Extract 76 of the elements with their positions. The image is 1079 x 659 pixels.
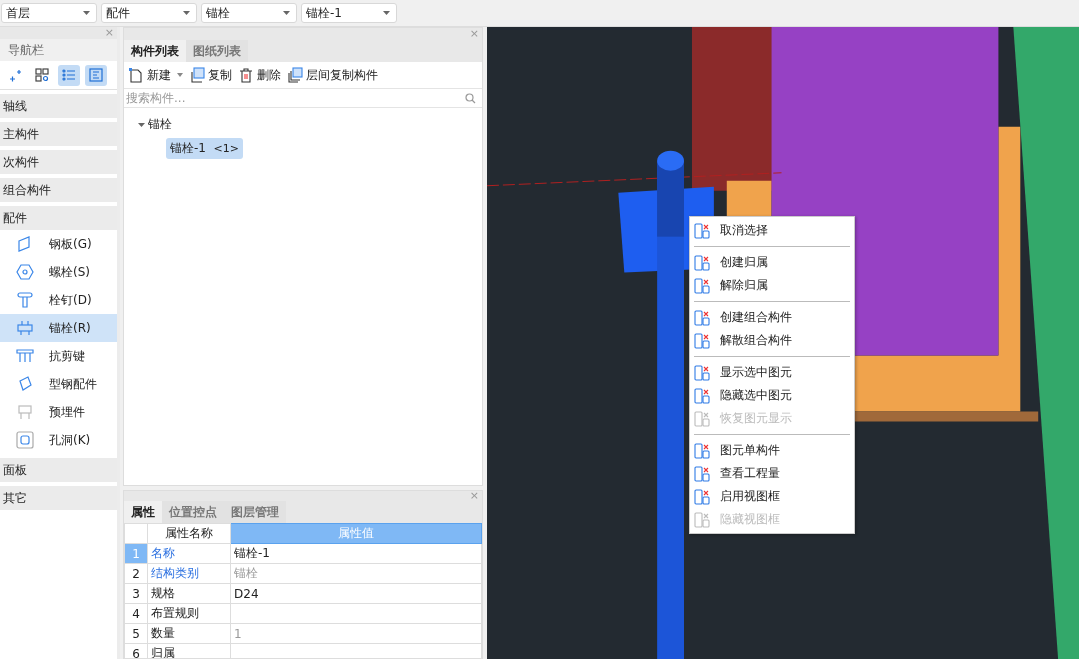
- row-number[interactable]: 2: [124, 563, 148, 584]
- nav-item[interactable]: 锚栓(R): [0, 314, 117, 342]
- nav-item[interactable]: 螺栓(S): [0, 258, 117, 286]
- tree-item[interactable]: 锚栓-1 <1>: [166, 138, 244, 159]
- table-cell[interactable]: 锚栓-1: [230, 543, 482, 564]
- table-cell: 布置规则: [147, 603, 231, 624]
- menu-item[interactable]: 解散组合构件: [690, 329, 854, 352]
- list-icon[interactable]: [58, 64, 80, 86]
- table-cell: 结构类别: [147, 563, 231, 584]
- row-number[interactable]: 5: [124, 623, 148, 644]
- nav-item[interactable]: 型钢配件: [0, 370, 117, 398]
- nav-item[interactable]: 预埋件: [0, 398, 117, 426]
- panel-title: 导航栏: [0, 39, 117, 61]
- menu-item[interactable]: 启用视图框: [690, 485, 854, 508]
- row-number[interactable]: 6: [124, 643, 148, 658]
- search-field[interactable]: 搜索构件...: [126, 91, 465, 105]
- toolbar-button[interactable]: 层间复制构件: [287, 66, 378, 84]
- dropdown[interactable]: 锚栓: [201, 3, 297, 23]
- stud-icon: [16, 291, 34, 309]
- dropdown[interactable]: 配件: [101, 3, 197, 23]
- row-number[interactable]: 3: [124, 583, 148, 604]
- tab[interactable]: 属性: [124, 501, 162, 523]
- nut-icon: [16, 263, 34, 281]
- layer-copy-icon: [287, 67, 303, 83]
- column-header: 属性名称: [147, 523, 231, 544]
- nav-category[interactable]: 轴线: [0, 94, 117, 118]
- table-cell[interactable]: D24: [230, 583, 482, 604]
- detail-list-icon[interactable]: [85, 64, 107, 86]
- nav-item[interactable]: 栓钉(D): [0, 286, 117, 314]
- toolbar-button[interactable]: 删除: [238, 66, 281, 84]
- nav-item[interactable]: 孔洞(K): [0, 426, 117, 454]
- toolbar-button[interactable]: 新建: [128, 66, 171, 84]
- menu-item[interactable]: 隐藏选中图元: [690, 384, 854, 407]
- tab[interactable]: 位置控点: [162, 501, 224, 523]
- bracket-icon: [16, 375, 34, 393]
- menu-item[interactable]: 取消选择: [690, 219, 854, 242]
- nav-category[interactable]: 次构件: [0, 150, 117, 174]
- nav-item[interactable]: 抗剪键: [0, 342, 117, 370]
- dropdown[interactable]: 锚栓-1: [301, 3, 397, 23]
- table-cell[interactable]: [230, 603, 482, 624]
- nav-category[interactable]: 主构件: [0, 122, 117, 146]
- nav-category[interactable]: 面板: [0, 458, 117, 482]
- caret-icon: [183, 11, 190, 15]
- caret-icon: [383, 11, 390, 15]
- caret-icon: [83, 11, 90, 15]
- menu-item[interactable]: 图元单构件: [690, 439, 854, 462]
- shear-key-icon: [16, 347, 34, 365]
- menu-item[interactable]: 显示选中图元: [690, 361, 854, 384]
- menu-item[interactable]: 创建组合构件: [690, 306, 854, 329]
- caret-icon: [283, 11, 290, 15]
- nav-category[interactable]: 配件: [0, 206, 117, 230]
- row-number[interactable]: 4: [124, 603, 148, 624]
- new-file-icon: [128, 67, 144, 83]
- table-cell: 数量: [147, 623, 231, 644]
- column-header: 属性值: [230, 523, 482, 544]
- tab[interactable]: 构件列表: [124, 40, 186, 62]
- delete-icon: [238, 67, 254, 83]
- table-cell: 名称: [147, 543, 231, 564]
- tab[interactable]: 图纸列表: [186, 40, 248, 62]
- menu-item[interactable]: 查看工程量: [690, 462, 854, 485]
- embed-icon: [16, 403, 34, 421]
- menu-item[interactable]: 解除归属: [690, 274, 854, 297]
- nav-category[interactable]: 其它: [0, 486, 117, 510]
- search-icon: [465, 92, 476, 104]
- table-cell: 规格: [147, 583, 231, 604]
- menu-item[interactable]: 创建归属: [690, 251, 854, 274]
- hole-icon: [16, 431, 34, 449]
- nav-item[interactable]: 钢板(G): [0, 230, 117, 258]
- toolbar-button[interactable]: 复制: [189, 66, 232, 84]
- anchor-icon: [16, 319, 34, 337]
- caret-icon[interactable]: [177, 73, 183, 77]
- copy-icon: [189, 67, 205, 83]
- tree-node[interactable]: 锚栓: [148, 115, 172, 133]
- caret-icon[interactable]: [138, 120, 145, 128]
- dropdown[interactable]: 首层: [1, 3, 97, 23]
- nav-category[interactable]: 组合构件: [0, 178, 117, 202]
